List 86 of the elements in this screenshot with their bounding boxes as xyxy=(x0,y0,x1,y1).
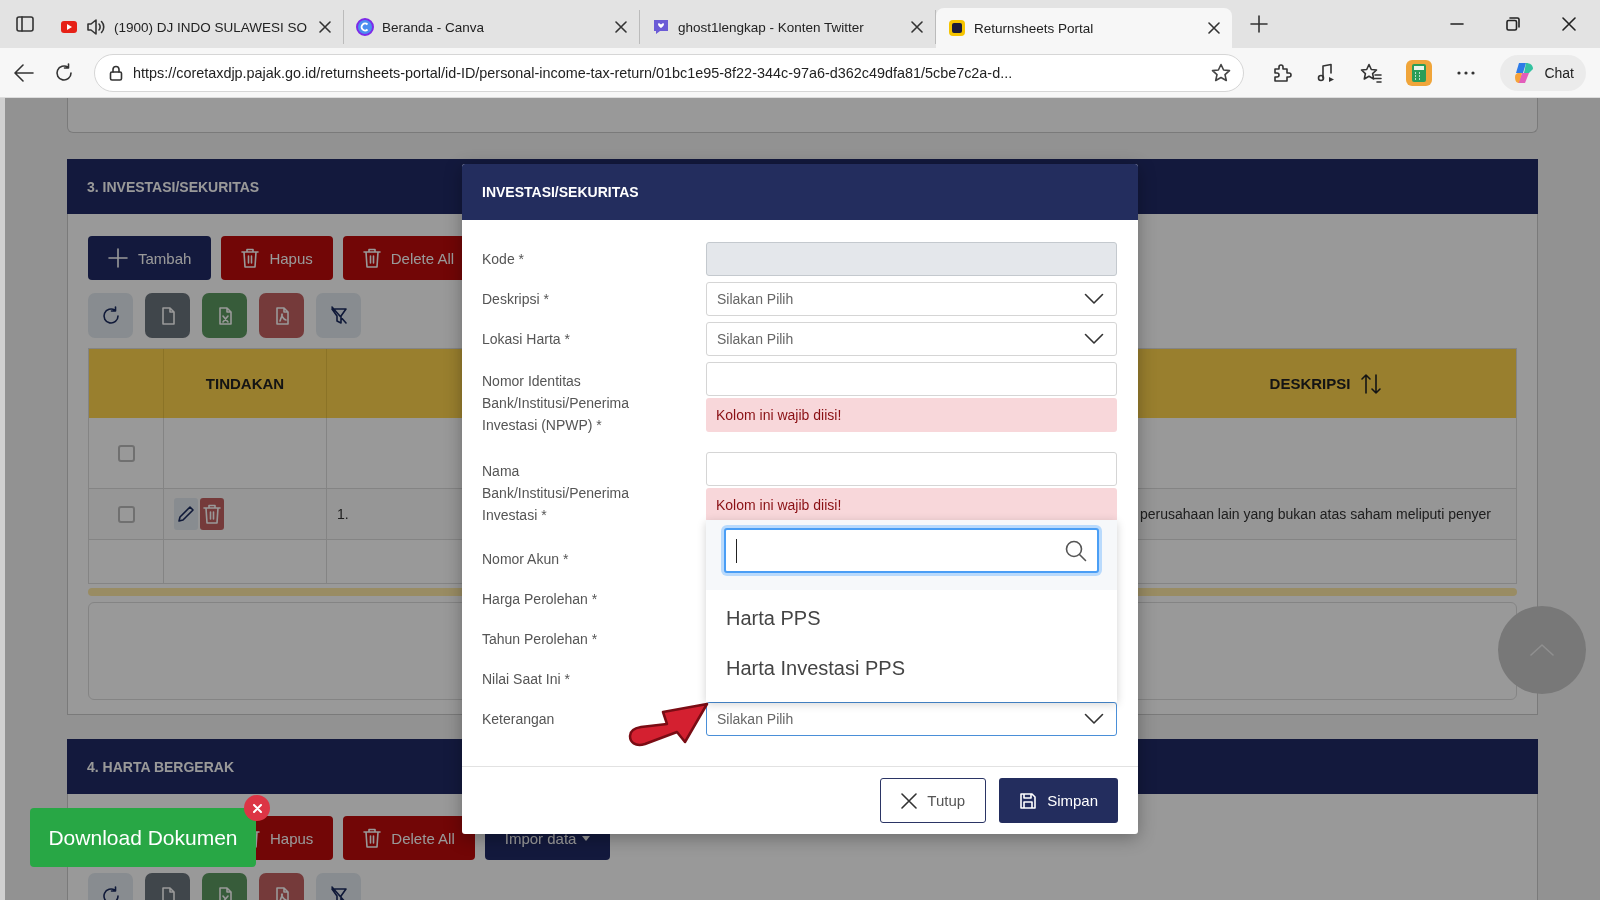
search-icon xyxy=(1065,539,1087,562)
favorites-star-icon[interactable] xyxy=(1360,62,1383,83)
browser-tab[interactable]: ghost1lengkap - Konten Twitter xyxy=(640,10,936,44)
chevron-down-icon xyxy=(1084,713,1104,725)
close-icon xyxy=(319,21,331,33)
dropdown-option[interactable]: Harta Investasi PPS xyxy=(706,643,1117,693)
error-message: Kolom ini wajib diisi! xyxy=(706,488,1117,522)
delete-button[interactable] xyxy=(200,498,224,530)
add-button[interactable]: Tambah xyxy=(88,236,212,280)
plus-icon xyxy=(108,248,128,268)
trash-icon xyxy=(363,828,382,848)
filter-off-icon xyxy=(328,305,349,326)
search-field[interactable] xyxy=(724,528,1099,573)
portal-icon xyxy=(948,19,966,37)
close-icon xyxy=(252,803,262,813)
refresh-button[interactable] xyxy=(88,293,133,338)
tab-list-icon xyxy=(16,16,34,32)
row-number: 1. xyxy=(337,506,349,522)
filter-off-icon xyxy=(328,885,349,900)
field-label: Nilai Saat Ini * xyxy=(482,670,571,689)
filter-off-button[interactable] xyxy=(316,293,361,338)
field-label: Lokasi Harta * xyxy=(482,330,571,349)
browser-tab[interactable]: (1900) DJ INDO SULAWESI SO xyxy=(48,10,344,44)
spreadsheet-file-button[interactable] xyxy=(202,293,247,338)
field-label: Tahun Perolehan * xyxy=(482,630,599,649)
field-label: Kode * xyxy=(482,250,526,269)
trash-icon xyxy=(241,248,260,268)
pdf-file-button[interactable] xyxy=(259,293,304,338)
select-field[interactable]: Silakan Pilih xyxy=(706,702,1117,736)
close-icon xyxy=(911,21,923,33)
dialog-title: INVESTASI/SEKURITAS xyxy=(462,164,1138,220)
address-field[interactable]: https://coretaxdjp.pajak.go.id/returnsheets-portal/id-ID/personal-income-tax-return/01bc1e95-8f22-344c-97a6-d362c49dfa81/5cbe7c2a-d... xyxy=(94,53,1245,92)
input-field[interactable] xyxy=(706,452,1117,486)
puzzle-piece-icon[interactable] xyxy=(1272,62,1293,83)
refresh-icon xyxy=(100,885,121,900)
column-header[interactable]: TINDAKAN xyxy=(164,349,327,418)
music-note-icon[interactable] xyxy=(1316,62,1337,83)
column-header[interactable]: DESKRIPSI xyxy=(1269,375,1351,392)
sort-icon[interactable] xyxy=(1360,372,1383,395)
calculator-icon[interactable] xyxy=(1406,59,1433,86)
back-icon[interactable] xyxy=(14,63,34,82)
video-site-icon xyxy=(60,18,78,36)
restore-icon[interactable] xyxy=(1506,17,1520,31)
trash-icon xyxy=(362,248,381,268)
close-icon xyxy=(615,21,627,33)
lock-icon xyxy=(109,64,123,81)
chevron-down-icon xyxy=(1084,293,1104,305)
table-cell: perusahaan lain yang bukan atas saham meliputi penyer xyxy=(1140,506,1491,522)
trash-icon xyxy=(203,504,221,524)
new-tab-icon[interactable] xyxy=(1250,15,1268,33)
edit-button[interactable] xyxy=(174,498,198,530)
pencil-icon xyxy=(177,505,195,523)
field-label: Deskripsi * xyxy=(482,290,550,309)
save-button[interactable]: Simpan xyxy=(999,778,1118,823)
field-label: Nomor Identitas Bank/Institusi/Penerima Investasi (NPWP) * xyxy=(482,372,631,435)
select-field[interactable]: Silakan Pilih xyxy=(706,322,1117,356)
error-message: Kolom ini wajib diisi! xyxy=(706,398,1117,432)
refresh-icon[interactable] xyxy=(54,62,74,83)
field-label: Nama Bank/Institusi/Penerima Investasi * xyxy=(482,462,631,525)
chat-button[interactable]: Chat xyxy=(1500,54,1586,91)
close-icon xyxy=(1208,22,1220,34)
browser-tab[interactable]: Beranda - Canva xyxy=(344,10,640,44)
select-field[interactable]: Silakan Pilih xyxy=(706,282,1117,316)
download-toast[interactable]: Download Dokumen xyxy=(30,808,256,867)
field-label: Keterangan xyxy=(482,710,556,729)
save-icon xyxy=(1019,791,1038,810)
close-icon[interactable] xyxy=(1562,17,1576,31)
input-field[interactable] xyxy=(706,362,1117,396)
browser-tab[interactable]: Returnsheets Portal xyxy=(936,8,1232,48)
more-icon[interactable] xyxy=(1456,69,1477,76)
delete-button[interactable]: Hapus xyxy=(221,236,333,280)
dropdown-option[interactable]: Harta PPS xyxy=(706,593,1117,643)
close-button[interactable]: Tutup xyxy=(880,778,987,823)
chat-bubble-icon xyxy=(652,18,670,36)
chevron-down-icon xyxy=(1084,333,1104,345)
field-label: Harga Perolehan * xyxy=(482,590,599,609)
design-app-icon xyxy=(356,18,374,36)
speaker-icon[interactable] xyxy=(86,18,106,36)
delete-button[interactable]: Delete All xyxy=(343,816,475,860)
field-label: Nomor Akun * xyxy=(482,550,570,569)
checkbox[interactable] xyxy=(117,505,135,523)
close-icon xyxy=(901,792,918,809)
star-icon[interactable] xyxy=(1211,62,1232,83)
checkbox[interactable] xyxy=(117,444,135,462)
document-button[interactable] xyxy=(145,293,190,338)
refresh-icon xyxy=(100,305,121,326)
